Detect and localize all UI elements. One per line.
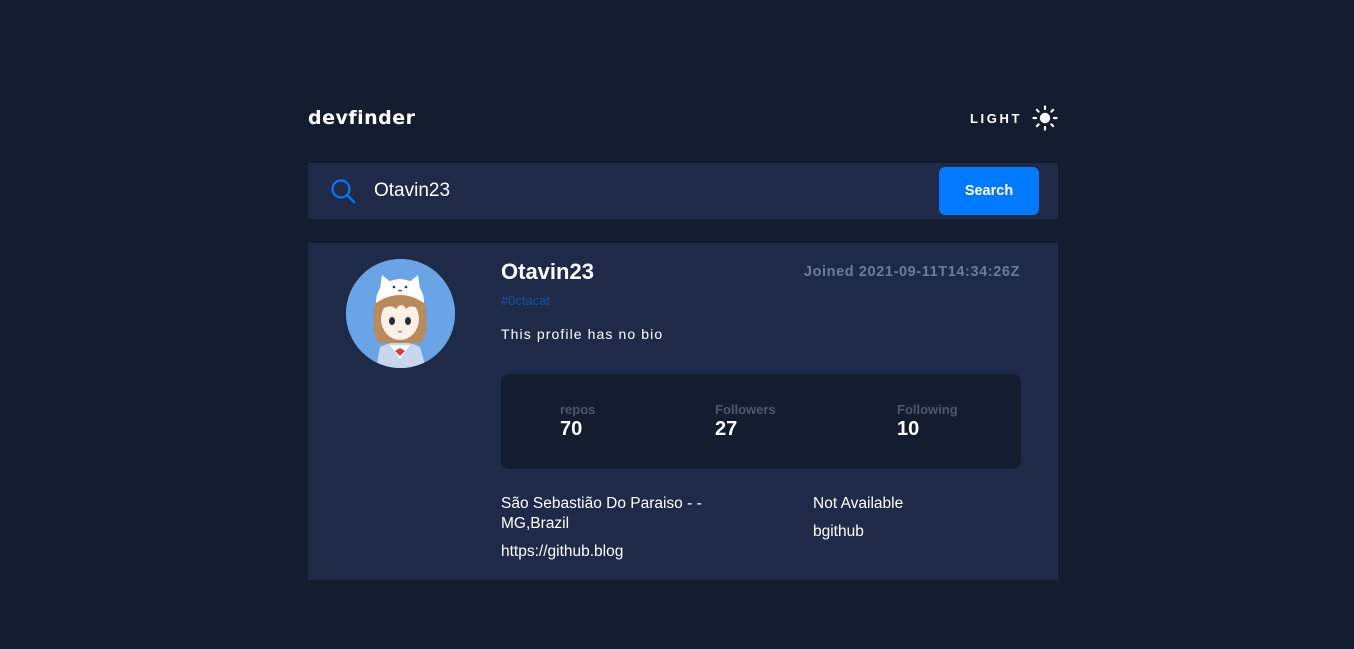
search-icon [331, 179, 356, 204]
app-logo: devfinder [308, 107, 416, 129]
profile-bio: This profile has no bio [501, 326, 664, 342]
stat-followers-value: 27 [715, 418, 738, 440]
profile-name: Otavin23 [501, 259, 594, 284]
stat-repos-value: 70 [560, 418, 583, 440]
search-bar: Search [308, 163, 1058, 219]
profile-twitter: Not Available [813, 495, 904, 512]
avatar [346, 259, 455, 368]
profile-card: Otavin23 Joined 2021-09-11T14:34:26Z #0c… [308, 243, 1058, 580]
stat-following-value: 10 [897, 418, 920, 440]
joined-date: Joined 2021-09-11T14:34:26Z [803, 264, 1020, 280]
stats-panel: repos 70 Followers 27 Following 10 [501, 374, 1021, 469]
theme-toggle[interactable]: LIGHT [970, 105, 1058, 131]
profile-blog-link[interactable]: https://github.blog [501, 542, 623, 562]
profile-location: São Sebastião Do Paraiso - - MG,Brazil [501, 495, 702, 532]
avatar-illustration [346, 259, 455, 368]
devfinder-app: devfinder LIGHT Otavin23 Search Otavin23… [308, 105, 1058, 580]
stat-followers-label: Followers [715, 402, 776, 417]
stat-following: Following 10 [897, 402, 958, 440]
stat-followers: Followers 27 [715, 402, 776, 440]
header: devfinder LIGHT [308, 105, 1058, 135]
profile-company: bgithub [813, 523, 864, 540]
stat-repos: repos 70 [560, 402, 595, 440]
search-button[interactable]: Search [939, 167, 1039, 215]
stat-following-label: Following [897, 402, 958, 417]
stat-repos-label: repos [560, 402, 596, 417]
profile-login-link[interactable]: #0ctacat [501, 293, 550, 308]
sun-icon[interactable] [1032, 105, 1058, 131]
search-input[interactable] [374, 177, 914, 205]
theme-toggle-label[interactable]: LIGHT [970, 111, 1022, 126]
